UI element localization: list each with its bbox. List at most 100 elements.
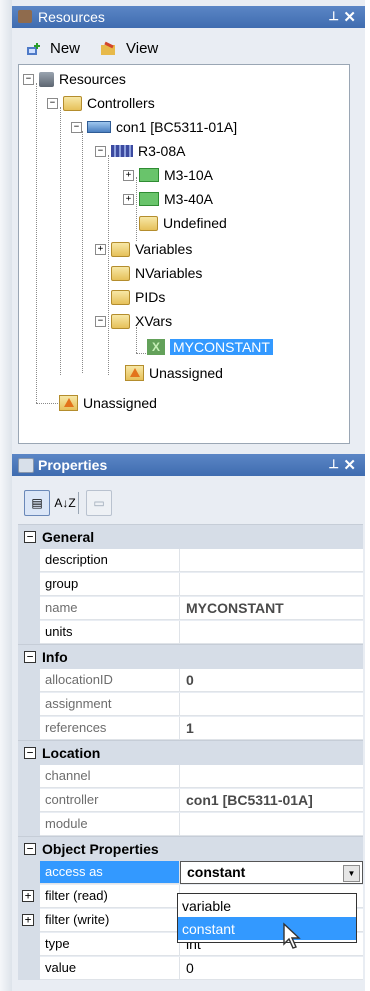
property-pages-icon[interactable]: ▭ — [86, 490, 112, 516]
tree-node[interactable]: − XVars — [95, 311, 172, 331]
property-value[interactable] — [180, 572, 363, 596]
property-value[interactable] — [180, 812, 363, 836]
resources-panel-icon — [18, 10, 32, 23]
folder-icon — [63, 95, 82, 111]
category-header[interactable]: − General — [18, 524, 363, 549]
expand-icon[interactable]: + — [123, 169, 134, 181]
folder-icon — [111, 265, 130, 281]
tree-node-label: Unassigned — [149, 365, 223, 381]
tree-node[interactable]: − Controllers — [47, 93, 155, 113]
property-value[interactable]: 0 — [180, 956, 363, 980]
folder-icon — [139, 215, 158, 231]
dropdown-option-highlighted[interactable]: constant — [178, 917, 356, 940]
close-icon[interactable]: ✕ — [343, 456, 356, 474]
tree-node[interactable]: − R3-08A — [95, 141, 185, 161]
new-button[interactable]: New — [26, 40, 80, 57]
property-row[interactable]: units — [18, 620, 363, 644]
property-name: assignment — [40, 692, 180, 716]
mouse-cursor-icon — [283, 922, 301, 949]
category-header[interactable]: − Location — [18, 740, 363, 765]
property-value[interactable]: 1 — [180, 716, 363, 740]
tree-node[interactable]: + M3-10A — [123, 165, 213, 185]
tree-node[interactable]: NVariables — [95, 263, 202, 283]
tree-node-label: MYCONSTANT — [170, 339, 273, 355]
tree-node-label: con1 [BC5311-01A] — [116, 119, 238, 135]
property-name: description — [40, 548, 180, 572]
expand-icon[interactable]: + — [95, 243, 106, 255]
category-header[interactable]: − Info — [18, 644, 363, 669]
collapse-icon[interactable]: − — [24, 843, 36, 855]
properties-title: Properties — [38, 457, 108, 473]
resources-toolbar: New View — [14, 34, 344, 64]
tree-node[interactable]: Unassigned — [43, 393, 157, 413]
properties-toolbar: ▤ A↓Z ▭ — [14, 484, 354, 524]
tree-node[interactable]: − con1 [BC5311-01A] — [71, 117, 237, 137]
category-header[interactable]: − Object Properties — [18, 836, 363, 861]
property-name: channel — [40, 764, 180, 788]
close-icon[interactable]: ✕ — [343, 8, 356, 26]
property-row-selected[interactable]: access as constant ▼ — [18, 860, 363, 884]
property-value[interactable]: MYCONSTANT — [180, 596, 363, 620]
expand-icon[interactable]: + — [22, 890, 34, 902]
property-value[interactable] — [180, 548, 363, 572]
tree-node[interactable]: Unassigned — [109, 363, 223, 383]
controller-icon — [87, 121, 111, 133]
tree-node-label: R3-08A — [138, 143, 186, 159]
tree-node[interactable]: − Resources — [23, 69, 126, 89]
property-row[interactable]: allocationID 0 — [18, 668, 363, 692]
rack-icon — [111, 145, 133, 157]
property-value: constant — [187, 864, 246, 880]
resources-icon — [39, 71, 54, 87]
categorized-icon[interactable]: ▤ — [24, 490, 50, 516]
access-as-select[interactable]: constant ▼ — [180, 860, 363, 884]
resource-tree[interactable]: − Resources − Controllers − con1 [BC5311… — [18, 64, 350, 444]
tree-node[interactable]: + Variables — [95, 239, 192, 259]
collapse-icon[interactable]: − — [47, 97, 58, 109]
dropdown-option[interactable]: variable — [178, 894, 356, 917]
property-row[interactable]: controller con1 [BC5311-01A] — [18, 788, 363, 812]
expand-icon[interactable]: + — [123, 193, 134, 205]
collapse-icon[interactable]: − — [24, 651, 36, 663]
property-row[interactable]: references 1 — [18, 716, 363, 740]
property-value[interactable]: 0 — [180, 668, 363, 692]
expand-icon[interactable]: + — [22, 914, 34, 926]
tree-node-label: Resources — [59, 71, 126, 87]
property-name: group — [40, 572, 180, 596]
property-row[interactable]: value 0 — [18, 956, 363, 980]
property-name: value — [40, 956, 180, 980]
collapse-icon[interactable]: − — [71, 121, 82, 133]
property-value[interactable]: con1 [BC5311-01A] — [180, 788, 363, 812]
tree-node[interactable]: + M3-40A — [123, 189, 213, 209]
collapse-icon[interactable]: − — [23, 73, 34, 85]
dropdown-arrow-icon[interactable]: ▼ — [343, 864, 360, 882]
property-value[interactable] — [180, 764, 363, 788]
view-button[interactable]: View — [100, 40, 158, 57]
new-icon — [27, 42, 40, 55]
property-value[interactable] — [180, 692, 363, 716]
collapse-icon[interactable]: − — [95, 315, 106, 327]
tree-node[interactable]: PIDs — [95, 287, 165, 307]
property-value[interactable] — [180, 620, 363, 644]
collapse-icon[interactable]: − — [95, 145, 106, 157]
property-row[interactable]: channel — [18, 764, 363, 788]
property-name: filter (read) — [40, 884, 180, 908]
property-row[interactable]: group — [18, 572, 363, 596]
left-dock-bar — [0, 0, 12, 991]
tree-node-label: Controllers — [87, 95, 155, 111]
az-sort-icon[interactable]: A↓Z — [52, 490, 78, 516]
tree-node-selected[interactable]: X MYCONSTANT — [147, 337, 273, 357]
collapse-icon[interactable]: − — [24, 747, 36, 759]
property-row[interactable]: description — [18, 548, 363, 572]
property-row[interactable]: assignment — [18, 692, 363, 716]
property-name: references — [40, 716, 180, 740]
collapse-icon[interactable]: − — [24, 531, 36, 543]
tree-node-label: Unassigned — [83, 395, 157, 411]
property-name: controller — [40, 788, 180, 812]
new-label: New — [50, 40, 81, 57]
property-row[interactable]: name MYCONSTANT — [18, 596, 363, 620]
constant-variable-icon: X — [147, 339, 165, 355]
pin-icon[interactable]: ⊥ — [329, 9, 339, 23]
property-row[interactable]: module — [18, 812, 363, 836]
tree-node[interactable]: Undefined — [123, 213, 227, 233]
pin-icon[interactable]: ⊥ — [329, 457, 339, 471]
